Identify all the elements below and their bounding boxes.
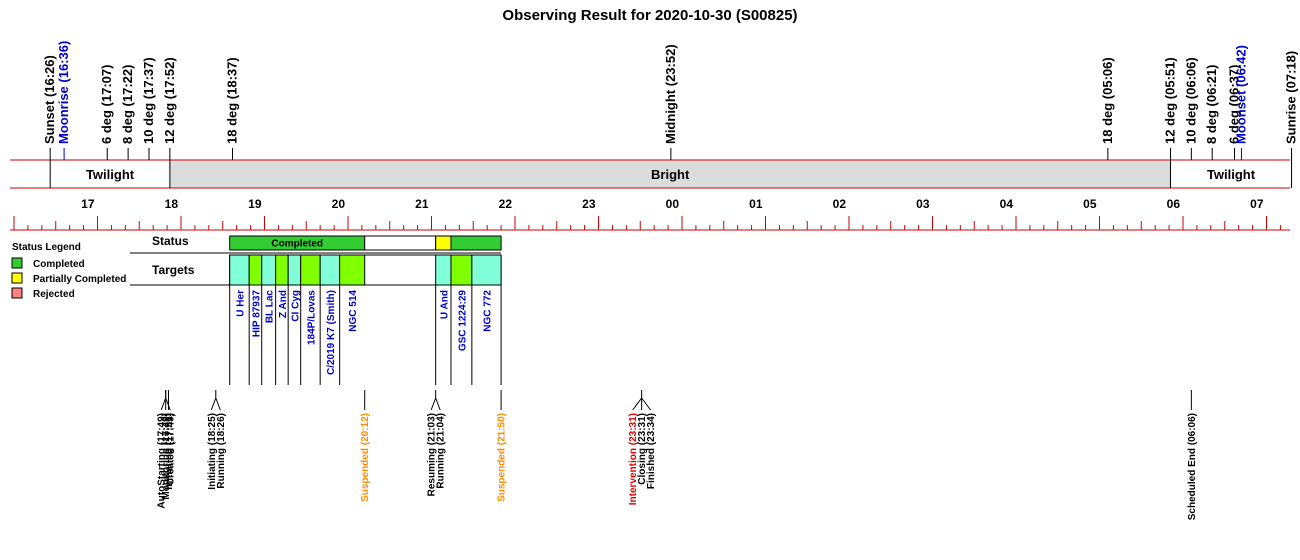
event-label-8-0: Scheduled End (06:06) [1187, 413, 1198, 520]
target-label-10: NGC 772 [482, 290, 493, 332]
target-block-7 [339, 254, 366, 286]
event-label-6-0: Suspended (21:50) [497, 413, 508, 502]
event-label-5-1: Running (21:04) [436, 413, 447, 489]
event-label-2-0: Initiating (17:51) [164, 413, 175, 490]
hour-label-06: 06 [1167, 197, 1181, 211]
hour-label-01: 01 [749, 197, 763, 211]
hour-label-21: 21 [415, 197, 429, 211]
target-block-0 [229, 254, 250, 286]
target-block-6 [319, 254, 341, 286]
targets-row-label: Targets [152, 263, 195, 277]
target-label-4: CI Cyg [290, 290, 301, 322]
target-block-10 [471, 254, 502, 286]
hour-label-03: 03 [916, 197, 930, 211]
target-block-9 [450, 254, 473, 286]
header-marker-label-6: 18 deg (18:37) [224, 57, 239, 144]
event-label-4-0: Suspended (20:12) [360, 413, 371, 502]
target-label-3: Z And [278, 290, 289, 318]
target-block-8 [435, 254, 452, 286]
target-block-1 [248, 254, 263, 286]
hour-label-00: 00 [666, 197, 680, 211]
header-marker-label-14: Sunrise (07:18) [1284, 51, 1299, 144]
hour-label-04: 04 [1000, 197, 1014, 211]
target-block-5 [300, 254, 321, 286]
header-marker-label-5: 12 deg (17:52) [162, 57, 177, 144]
band-label-2: Twilight [1207, 167, 1256, 182]
event-branch-1-1 [165, 397, 171, 411]
legend-label-2: Rejected [33, 289, 75, 300]
legend-swatch-2 [11, 287, 23, 299]
hour-label-18: 18 [165, 197, 179, 211]
status-row-label: Status [152, 234, 189, 248]
target-label-1: HIP 87937 [251, 290, 262, 338]
hour-label-05: 05 [1083, 197, 1097, 211]
header-marker-label-9: 12 deg (05:51) [1162, 57, 1177, 144]
band-label-0: Twilight [86, 167, 135, 182]
target-label-0: U Her [235, 290, 246, 317]
header-marker-label-0: Sunset (16:26) [42, 55, 57, 144]
header-markers: Sunset (16:26)Moonrise (16:36) 6 deg (17:… [42, 41, 1299, 160]
status-segment-2 [435, 235, 452, 251]
target-block-2 [261, 254, 277, 286]
target-block-3 [275, 254, 289, 286]
target-label-9: GSC 1224:29 [457, 290, 468, 352]
hour-axis: 17 18 19 20 21 22 23 00 01 02 03 04 05 06 07 [10, 197, 1290, 231]
target-label-5: 184P/Lovas [306, 290, 317, 345]
target-label-7: NGC 514 [348, 290, 359, 332]
event-branch-3-1 [215, 397, 221, 411]
header-marker-label-4: 10 deg (17:37) [141, 57, 156, 144]
legend-label-1: Partially Completed [33, 274, 126, 285]
event-branch-3-0 [210, 397, 217, 411]
targets-row: Targets U Her HIP 87937 BL Lac Z And CI Cyg 18… [130, 254, 502, 385]
chart-title: Observing Result for 2020-10-30 (S00825) [502, 7, 797, 24]
target-label-2: BL Lac [265, 290, 276, 324]
target-label-6: C/2019 K7 (Smith) [326, 290, 337, 375]
event-branch-7-0 [632, 397, 643, 411]
hour-label-02: 02 [833, 197, 847, 211]
event-branch-5-1 [435, 397, 441, 411]
header-marker-label-1: Moonrise (16:36) [56, 41, 71, 144]
hour-label-19: 19 [248, 197, 262, 211]
event-branch-7-2 [641, 397, 652, 411]
event-label-7-2: Finished (23:34) [646, 413, 657, 489]
target-label-8: U And [439, 290, 450, 319]
band-label-1: Bright [651, 167, 690, 182]
hour-label-17: 17 [81, 197, 95, 211]
legend-title: Status Legend [12, 242, 81, 253]
event-branch-1-0 [160, 397, 167, 411]
header-marker-label-13: Moonset (06:42) [1233, 45, 1248, 144]
observing-timeline-chart: Observing Result for 2020-10-30 (S00825)… [10, 7, 1299, 520]
status-segment-label-0: Completed [271, 239, 323, 250]
hour-label-07: 07 [1250, 197, 1264, 211]
legend-label-0: Completed [33, 259, 85, 270]
header-marker-label-7: Midnight (23:52) [663, 44, 678, 144]
header-marker-label-8: 18 deg (05:06) [1100, 57, 1115, 144]
status-segment-1 [364, 235, 437, 251]
status-legend: Status Legend Completed Partially Complete… [11, 242, 126, 300]
twilight-bands: Twilight Bright Twilight [10, 159, 1293, 189]
hour-label-22: 22 [499, 197, 513, 211]
header-marker-label-2: 6 deg (17:07) [99, 65, 114, 144]
target-block-4 [287, 254, 302, 286]
hour-label-20: 20 [332, 197, 346, 211]
event-label-3-1: Running (18:26) [216, 413, 227, 489]
status-segment-3 [450, 235, 502, 251]
header-marker-label-11: 8 deg (06:21) [1204, 65, 1219, 144]
header-marker-label-10: 10 deg (06:06) [1183, 57, 1198, 144]
event-markers: Monitoring (17:49)AutoStarting (17:49)Cr… [157, 390, 1198, 520]
hour-label-23: 23 [582, 197, 596, 211]
legend-swatch-1 [11, 272, 23, 284]
legend-swatch-0 [11, 257, 23, 269]
event-branch-5-0 [430, 397, 437, 411]
status-row: Status Completed [130, 234, 502, 254]
header-marker-label-3: 8 deg (17:22) [120, 65, 135, 144]
